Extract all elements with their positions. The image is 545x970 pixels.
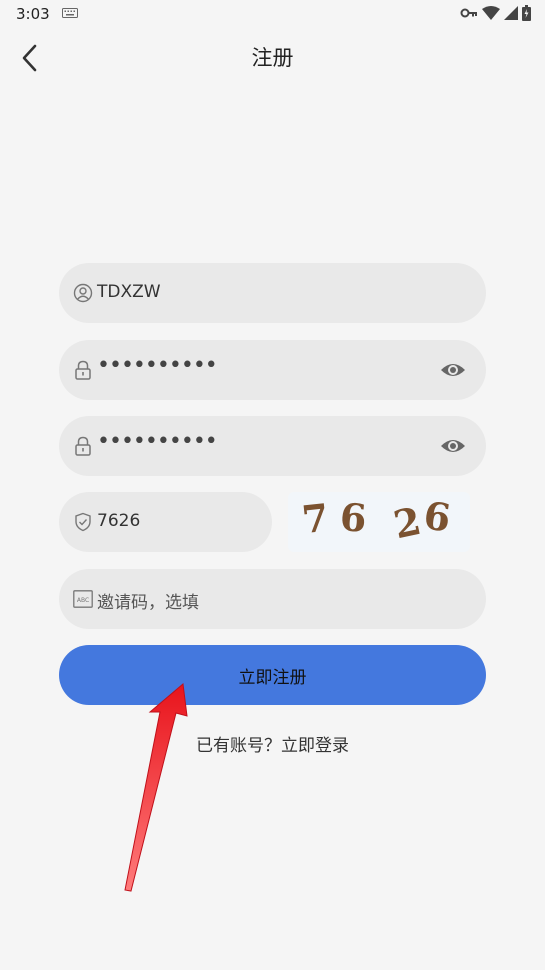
abc-icon: ABC	[73, 589, 93, 609]
signal-icon	[504, 6, 518, 20]
invite-code-field[interactable]: ABC 邀请码，选填	[59, 569, 486, 629]
captcha-char: 6	[338, 494, 368, 541]
status-icons	[460, 5, 531, 21]
battery-icon	[522, 5, 531, 21]
annotation-arrow	[124, 683, 188, 892]
lock-icon	[73, 436, 93, 456]
captcha-char: 2	[389, 497, 425, 548]
username-field[interactable]: TDXZW	[59, 263, 486, 323]
shield-check-icon	[73, 512, 93, 532]
keyboard-icon	[62, 8, 78, 18]
password-field[interactable]: ••••••••••	[59, 340, 486, 400]
submit-button-label: 立即注册	[238, 667, 307, 688]
submit-button[interactable]: 立即注册	[59, 645, 486, 705]
lock-icon	[73, 360, 93, 380]
wifi-icon	[482, 6, 500, 20]
user-icon	[73, 283, 93, 303]
status-bar: 3:03	[0, 0, 545, 28]
confirm-password-value: ••••••••••	[97, 429, 218, 454]
captcha-value: 7626	[97, 511, 141, 531]
app-header: 注册	[0, 28, 545, 88]
login-link[interactable]: 已有账号？立即登录	[0, 731, 545, 756]
username-value: TDXZW	[97, 282, 161, 302]
eye-icon[interactable]	[440, 434, 466, 458]
captcha-field[interactable]: 7626	[59, 492, 272, 552]
key-icon	[460, 8, 477, 18]
eye-icon[interactable]	[440, 358, 466, 382]
svg-text:ABC: ABC	[77, 597, 89, 604]
captcha-image[interactable]: 7 6 2 6	[288, 492, 470, 552]
status-time: 3:03	[16, 5, 50, 23]
page-title: 注册	[251, 46, 294, 70]
confirm-password-field[interactable]: ••••••••••	[59, 416, 486, 476]
captcha-char: 6	[420, 492, 454, 541]
captcha-char: 7	[299, 494, 331, 543]
password-value: ••••••••••	[97, 353, 218, 378]
invite-code-placeholder: 邀请码，选填	[97, 593, 199, 613]
